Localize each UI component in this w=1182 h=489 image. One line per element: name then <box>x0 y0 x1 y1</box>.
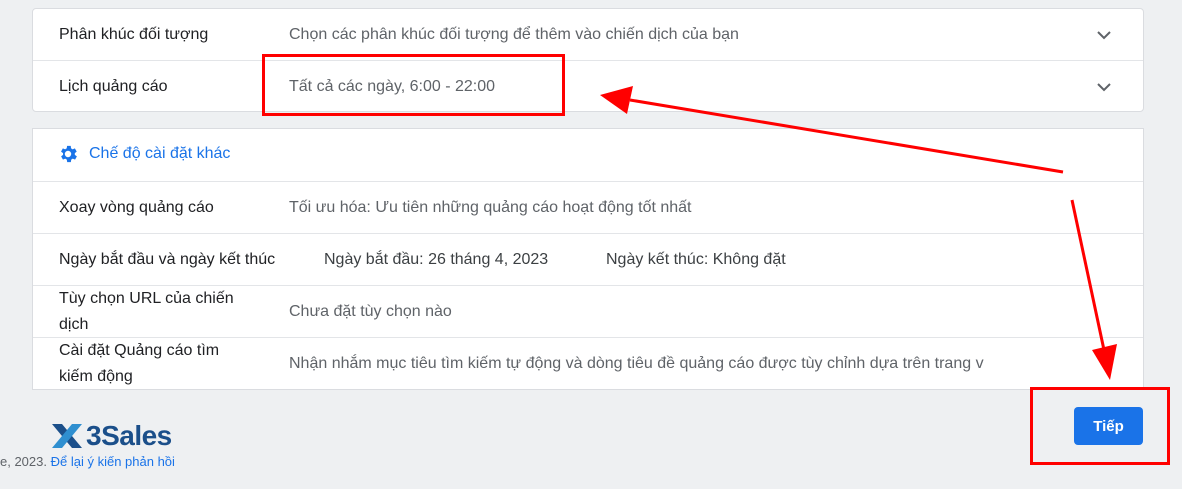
x-logo-icon <box>52 424 82 448</box>
x3sales-logo: 3Sales <box>50 420 172 452</box>
footer-copyright: e, 2023. <box>0 454 47 469</box>
logo-text: 3Sales <box>86 420 172 451</box>
arrowhead-next <box>1092 344 1117 380</box>
feedback-link[interactable]: Để lại ý kiến phản hồi <box>51 454 175 469</box>
arrow-to-schedule <box>629 98 1064 174</box>
arrowhead-schedule <box>600 86 633 114</box>
arrow-to-next <box>1070 199 1106 351</box>
footer: e, 2023. Để lại ý kiến phản hồi <box>0 454 175 469</box>
annotation-arrows <box>600 86 1117 380</box>
next-button[interactable]: Tiếp <box>1074 407 1143 445</box>
